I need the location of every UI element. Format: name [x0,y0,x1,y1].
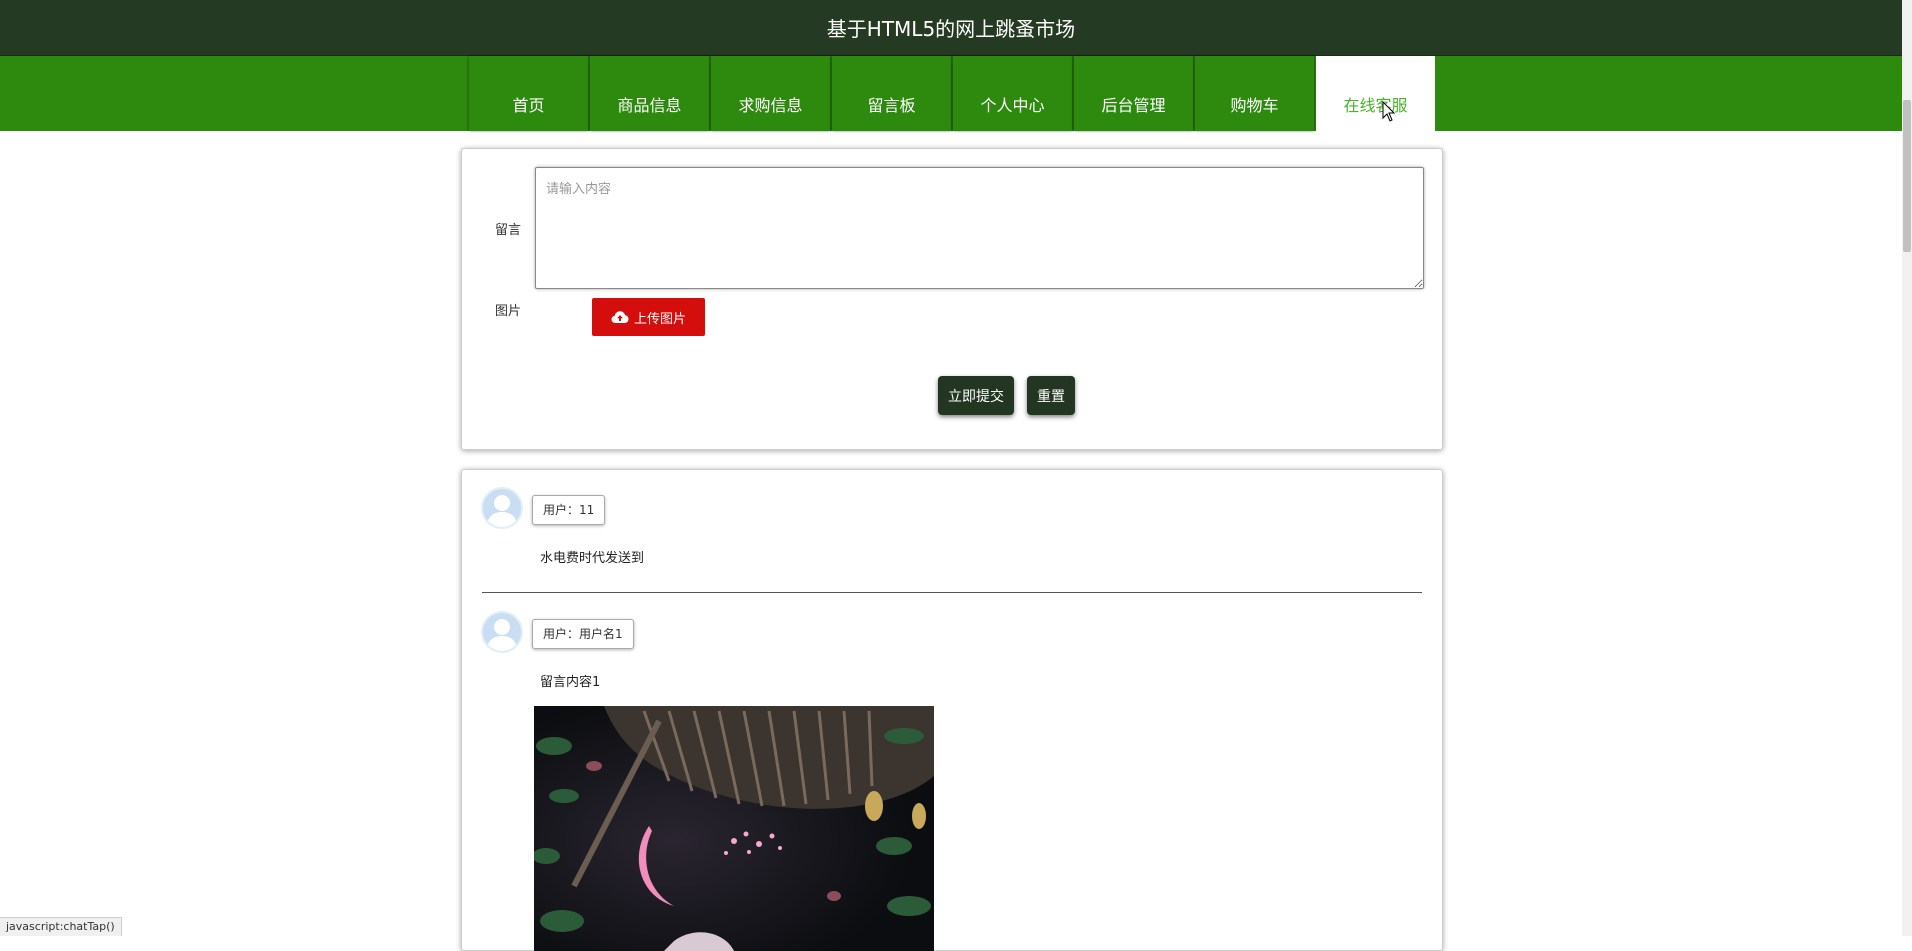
cloud-upload-icon [611,311,629,323]
nav-item-online-service[interactable]: 在线客服 [1316,56,1435,131]
nav-item-cart[interactable]: 购物车 [1195,56,1314,131]
nav-item-label: 个人中心 [980,96,1045,115]
user-avatar-icon [487,619,517,651]
scrollbar-thumb[interactable] [1903,100,1911,252]
nav-item-message-board[interactable]: 留言板 [832,56,951,131]
message-content: 留言内容1 [540,675,601,690]
user-avatar-icon [487,495,517,527]
reset-button[interactable]: 重置 [1027,376,1075,415]
message-textarea[interactable] [535,167,1424,289]
nav-item-label: 留言板 [867,96,916,115]
nav-bar: 首页 商品信息 求购信息 留言板 个人中心 后台管理 购物车 在线客服 [0,56,1902,131]
message-label: 留言 [495,223,522,238]
nav-item-label: 商品信息 [617,96,682,115]
user-tag: 用户：11 [532,495,606,525]
nav-item-products[interactable]: 商品信息 [590,56,709,131]
nav-item-home[interactable]: 首页 [469,56,588,131]
upload-image-label: 上传图片 [633,311,686,327]
nav-item-admin[interactable]: 后台管理 [1074,56,1193,131]
message-form: 留言 图片 上传图片 立即提交 重置 [461,148,1443,450]
site-header: 基于HTML5的网上跳蚤市场 [0,0,1902,56]
message-list: 用户：11 水电费时代发送到 用户：用户名1 留言内容1 [461,469,1443,951]
submit-button[interactable]: 立即提交 [938,376,1014,415]
message-image [534,706,934,951]
nav-item-label: 在线客服 [1343,96,1408,115]
message-content: 水电费时代发送到 [540,551,645,566]
upload-image-button[interactable]: 上传图片 [592,298,705,336]
avatar [481,487,523,529]
vertical-scrollbar[interactable] [1902,0,1912,936]
nav-item-label: 后台管理 [1101,96,1166,115]
avatar [481,611,523,653]
nav-item-profile[interactable]: 个人中心 [953,56,1072,131]
nav-item-label: 求购信息 [738,96,803,115]
nav-item-wanted[interactable]: 求购信息 [711,56,830,131]
night-scene-illustration [534,706,934,951]
image-label: 图片 [495,304,522,319]
nav-item-label: 购物车 [1230,96,1279,115]
site-title: 基于HTML5的网上跳蚤市场 [826,17,1076,41]
user-tag: 用户：用户名1 [532,619,634,649]
browser-status-bar: javascript:chatTap() [0,917,122,936]
divider [482,592,1422,593]
nav-item-label: 首页 [512,96,545,115]
nav-menu: 首页 商品信息 求购信息 留言板 个人中心 后台管理 购物车 在线客服 [469,56,1437,131]
mouse-cursor-icon [1382,101,1396,122]
